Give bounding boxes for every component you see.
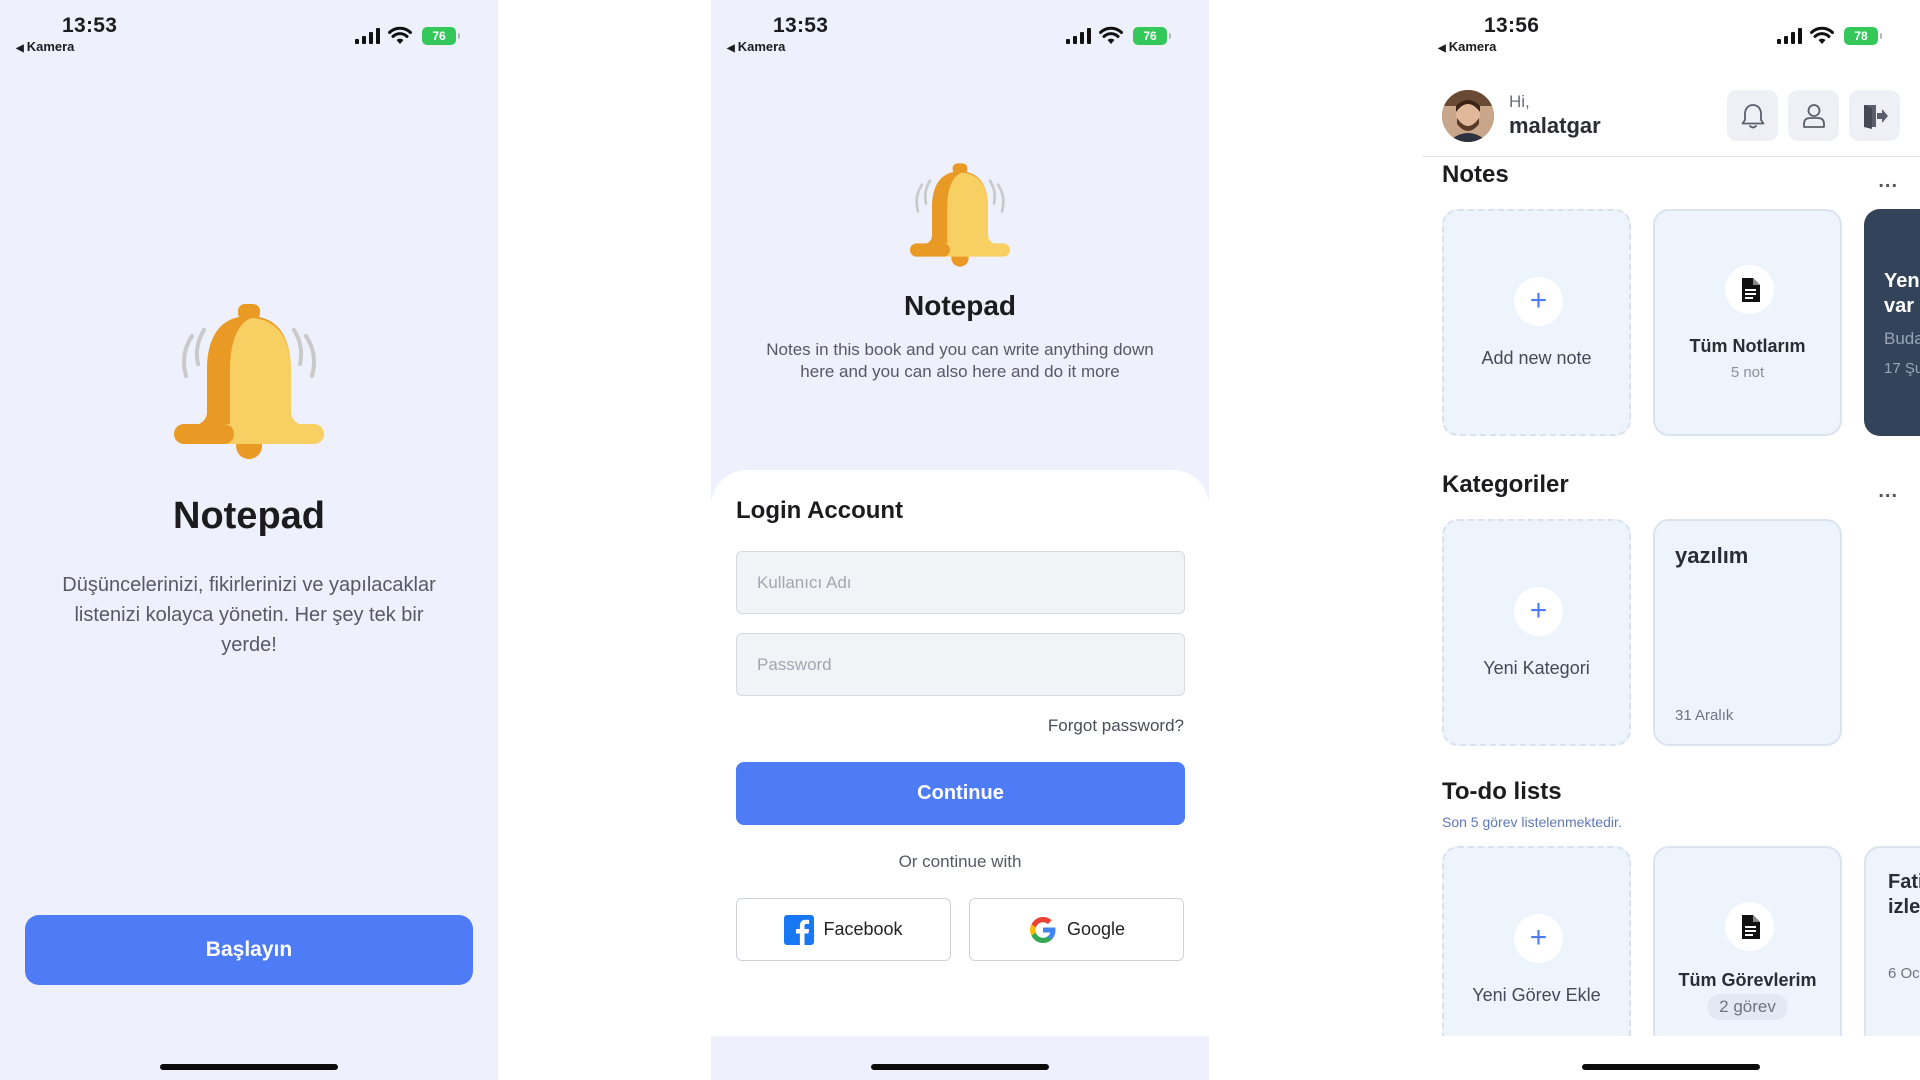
status-bar: 13:56 ◀ Kamera 78 bbox=[1422, 0, 1920, 62]
category-tile[interactable]: yazılım 31 Aralık bbox=[1653, 519, 1842, 746]
all-notes-count: 5 not bbox=[1730, 364, 1765, 381]
back-arrow-icon: ◀ bbox=[1438, 43, 1446, 54]
categories-title: Kategoriler bbox=[1442, 471, 1569, 498]
bell-icon bbox=[910, 163, 1010, 267]
greeting-text: Hi, bbox=[1509, 92, 1530, 111]
login-title: Login Account bbox=[736, 497, 904, 524]
google-button[interactable]: Google bbox=[969, 898, 1184, 961]
battery-icon: 76 bbox=[1133, 27, 1171, 45]
plus-icon: + bbox=[1514, 587, 1563, 636]
todos-title: To-do lists bbox=[1442, 778, 1562, 805]
wifi-icon bbox=[388, 26, 412, 44]
facebook-icon bbox=[784, 914, 815, 945]
add-note-label: Add new note bbox=[1481, 348, 1592, 368]
wifi-icon bbox=[1099, 26, 1123, 44]
wifi-icon bbox=[1810, 26, 1834, 44]
recent-note-category: Buda bbox=[1884, 329, 1920, 348]
status-time: 13:53 bbox=[773, 14, 829, 37]
avatar[interactable] bbox=[1442, 90, 1494, 142]
bottom-strip bbox=[1422, 1036, 1920, 1080]
todos-subtitle: Son 5 görev listelenmektedir. bbox=[1442, 814, 1622, 830]
categories-more-button[interactable]: ... bbox=[1878, 480, 1898, 503]
status-time: 13:56 bbox=[1484, 14, 1540, 37]
back-to-camera[interactable]: ◀ Kamera bbox=[727, 39, 785, 54]
profile-button[interactable] bbox=[1788, 90, 1839, 141]
all-notes-label: Tüm Notlarım bbox=[1689, 336, 1806, 356]
plus-icon: + bbox=[1514, 277, 1563, 326]
document-icon bbox=[1725, 902, 1774, 951]
google-label: Google bbox=[1066, 919, 1126, 939]
back-label: Kamera bbox=[737, 39, 786, 54]
app-title: Notepad bbox=[904, 290, 1016, 321]
plus-icon: + bbox=[1514, 914, 1563, 963]
onboarding-screen: 13:53 ◀ Kamera 76 Notepad Düşüncelerinizi… bbox=[0, 0, 498, 1080]
back-to-camera[interactable]: ◀ Kamera bbox=[16, 39, 74, 54]
signal-icon bbox=[355, 28, 381, 44]
recent-note-title-2: var bbox=[1884, 295, 1915, 317]
status-bar: 13:53 ◀ Kamera 76 bbox=[711, 0, 1209, 62]
back-label: Kamera bbox=[1448, 39, 1497, 54]
start-button[interactable]: Başlayın bbox=[25, 915, 473, 985]
logout-button[interactable] bbox=[1849, 90, 1900, 141]
notes-more-button[interactable]: ... bbox=[1878, 170, 1898, 193]
recent-todo-title-1: Fati bbox=[1888, 871, 1920, 893]
add-todo-label: Yeni Görev Ekle bbox=[1472, 985, 1601, 1005]
recent-todo-title-2: izler bbox=[1888, 896, 1920, 918]
app-description: Düşüncelerinizi, fikirlerinizi ve yapıla… bbox=[62, 574, 436, 656]
category-name: yazılım bbox=[1675, 543, 1749, 568]
status-time: 13:53 bbox=[62, 14, 118, 37]
battery-icon: 78 bbox=[1844, 27, 1882, 45]
username-text: malatgar bbox=[1509, 113, 1601, 138]
forgot-password-link[interactable]: Forgot password? bbox=[1048, 716, 1184, 736]
home-indicator bbox=[871, 1064, 1049, 1070]
recent-note-tile[interactable]: Yeni var Buda 17 Şu bbox=[1864, 209, 1920, 436]
add-note-tile[interactable]: + Add new note bbox=[1442, 209, 1631, 436]
recent-todo-date: 6 Oca bbox=[1888, 965, 1920, 982]
google-icon bbox=[1029, 916, 1056, 943]
bottom-strip bbox=[711, 1036, 1209, 1080]
password-input[interactable] bbox=[736, 633, 1185, 696]
facebook-button[interactable]: Facebook bbox=[736, 898, 951, 961]
back-to-camera[interactable]: ◀ Kamera bbox=[1438, 39, 1496, 54]
status-bar: 13:53 ◀ Kamera 76 bbox=[0, 0, 498, 62]
signal-icon bbox=[1066, 28, 1092, 44]
or-continue-text: Or continue with bbox=[898, 852, 1022, 871]
facebook-label: Facebook bbox=[823, 919, 903, 939]
notification-icon bbox=[1741, 103, 1764, 128]
logout-icon bbox=[1863, 104, 1888, 129]
recent-note-title-1: Yeni bbox=[1884, 270, 1920, 292]
app-description: Notes in this book and you can write any… bbox=[766, 340, 1154, 381]
login-screen: 13:53 ◀ Kamera 76 Notepad Notes in this b… bbox=[711, 0, 1209, 1080]
add-category-tile[interactable]: + Yeni Kategori bbox=[1442, 519, 1631, 746]
notifications-button[interactable] bbox=[1727, 90, 1778, 141]
bell-icon bbox=[174, 304, 324, 459]
notes-title: Notes bbox=[1442, 161, 1509, 188]
home-indicator bbox=[160, 1064, 338, 1070]
continue-button[interactable]: Continue bbox=[736, 762, 1185, 825]
recent-note-date: 17 Şu bbox=[1884, 360, 1920, 377]
home-screen: 13:56 ◀ Kamera 78 Hi, malatgar Notes ...… bbox=[1422, 0, 1920, 1080]
header-divider bbox=[1422, 156, 1920, 157]
profile-icon bbox=[1802, 103, 1825, 128]
app-title: Notepad bbox=[173, 495, 325, 537]
category-date: 31 Aralık bbox=[1675, 707, 1734, 724]
avatar-image bbox=[1442, 90, 1494, 142]
back-label: Kamera bbox=[26, 39, 75, 54]
all-todos-count: 2 görev bbox=[1707, 994, 1788, 1020]
username-input[interactable] bbox=[736, 551, 1185, 614]
all-notes-tile[interactable]: Tüm Notlarım 5 not bbox=[1653, 209, 1842, 436]
signal-icon bbox=[1777, 28, 1803, 44]
battery-icon: 76 bbox=[422, 27, 460, 45]
back-arrow-icon: ◀ bbox=[727, 43, 735, 54]
add-category-label: Yeni Kategori bbox=[1483, 658, 1590, 678]
home-indicator bbox=[1582, 1064, 1760, 1070]
document-icon bbox=[1725, 265, 1774, 314]
back-arrow-icon: ◀ bbox=[16, 43, 24, 54]
all-todos-label: Tüm Görevlerim bbox=[1678, 970, 1817, 990]
